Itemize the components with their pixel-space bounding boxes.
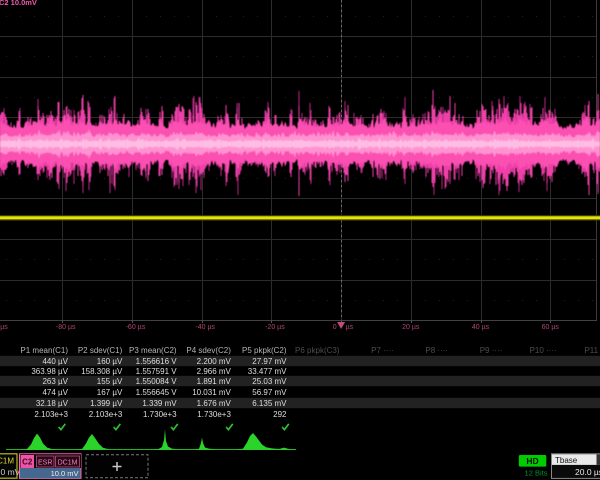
svg-text:Tbase: Tbase [555, 456, 578, 465]
svg-text:440 µV: 440 µV [42, 357, 68, 366]
svg-text:P5 pkpk(C2): P5 pkpk(C2) [242, 346, 287, 355]
svg-text:1.676 mV: 1.676 mV [197, 399, 232, 408]
svg-text:C2: C2 [22, 458, 33, 467]
svg-text:33.477 mV: 33.477 mV [248, 367, 287, 376]
svg-text:56.97 mV: 56.97 mV [252, 388, 287, 397]
svg-text:10.031 mV: 10.031 mV [192, 388, 231, 397]
svg-text:P9 ····: P9 ···· [480, 346, 503, 355]
svg-text:0: 0 [333, 324, 337, 331]
svg-text:µs: µs [346, 324, 354, 331]
svg-text:155 µV: 155 µV [97, 377, 123, 386]
svg-text:1.730e+3: 1.730e+3 [143, 410, 177, 419]
svg-text:P11 ····: P11 ···· [584, 346, 600, 355]
svg-text:P7 ····: P7 ···· [371, 346, 394, 355]
svg-text:10.0 mV: 10.0 mV [51, 469, 79, 478]
svg-text:1.891 mV: 1.891 mV [197, 377, 232, 386]
svg-text:-60 µs: -60 µs [126, 324, 146, 331]
svg-text:1.556645 V: 1.556645 V [136, 388, 178, 397]
svg-text:40 µs: 40 µs [472, 324, 490, 331]
svg-text:1.557591 V: 1.557591 V [136, 367, 178, 376]
svg-text:20 µs: 20 µs [402, 324, 420, 331]
svg-text:P1 mean(C1): P1 mean(C1) [20, 346, 68, 355]
svg-text:60 µs: 60 µs [542, 324, 560, 331]
svg-text:P6 pkpk(C3): P6 pkpk(C3) [295, 346, 340, 355]
svg-text:12 Bits: 12 Bits [525, 469, 548, 478]
svg-text:363.98 µV: 363.98 µV [31, 367, 68, 376]
svg-text:160 µV: 160 µV [97, 357, 123, 366]
svg-text:263 µV: 263 µV [42, 377, 68, 386]
svg-text:2.103e+3: 2.103e+3 [89, 410, 123, 419]
svg-text:292: 292 [273, 410, 287, 419]
svg-text:1.556616 V: 1.556616 V [136, 357, 178, 366]
svg-text:2.103e+3: 2.103e+3 [34, 410, 68, 419]
svg-text:2.200 mV: 2.200 mV [197, 357, 232, 366]
svg-text:1.399 µV: 1.399 µV [90, 399, 123, 408]
svg-text:27.97 mV: 27.97 mV [252, 357, 287, 366]
svg-text:ESR: ESR [38, 459, 52, 466]
svg-text:6.135 mV: 6.135 mV [252, 399, 287, 408]
svg-text:1.339 mV: 1.339 mV [142, 399, 177, 408]
svg-text:32.18 µV: 32.18 µV [36, 399, 69, 408]
svg-text:20.0 µs: 20.0 µs [575, 467, 600, 477]
svg-text:25.03 mV: 25.03 mV [252, 377, 287, 386]
svg-text:-80 µs: -80 µs [56, 324, 76, 331]
svg-text:-20 µs: -20 µs [265, 324, 285, 331]
svg-text:0 mV: 0 mV [1, 467, 21, 477]
svg-text:C2 10.0mV: C2 10.0mV [0, 0, 37, 7]
svg-text:DC1M: DC1M [0, 457, 14, 466]
svg-text:P4 sdev(C2): P4 sdev(C2) [186, 346, 231, 355]
svg-text:HD: HD [526, 456, 538, 466]
svg-text:167 µV: 167 µV [97, 388, 123, 397]
svg-text:P3 mean(C2): P3 mean(C2) [129, 346, 177, 355]
svg-text:-100 µs: -100 µs [0, 324, 8, 331]
svg-text:-40 µs: -40 µs [195, 324, 215, 331]
svg-text:P8 ····: P8 ···· [425, 346, 448, 355]
svg-text:2.966 mV: 2.966 mV [197, 367, 232, 376]
svg-text:1.550084 V: 1.550084 V [136, 377, 178, 386]
svg-text:158.308 µV: 158.308 µV [81, 367, 123, 376]
svg-text:P10 ····: P10 ···· [530, 346, 557, 355]
svg-text:P2 sdev(C1): P2 sdev(C1) [78, 346, 123, 355]
svg-text:1.730e+3: 1.730e+3 [197, 410, 231, 419]
svg-text:474 µV: 474 µV [42, 388, 68, 397]
svg-text:DC1M: DC1M [58, 459, 78, 466]
